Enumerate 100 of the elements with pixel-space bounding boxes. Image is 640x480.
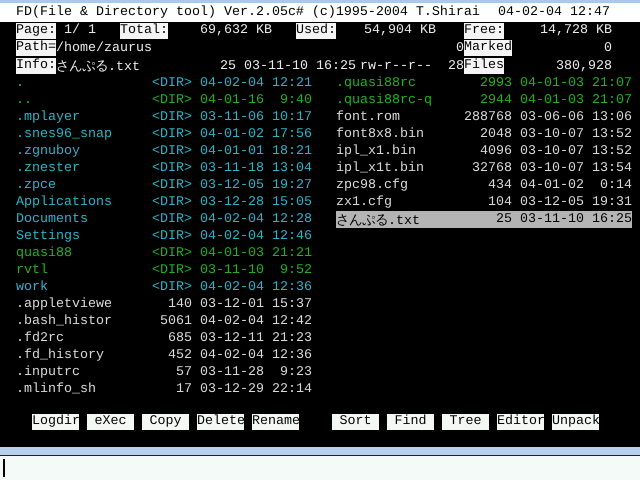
file-row[interactable]: さんぷる.txt 25 03-11-10 16:25 <box>336 210 632 228</box>
total-label: Total: <box>120 22 168 39</box>
file-size: <DIR> <box>152 126 192 142</box>
file-row[interactable]: .inputrc 57 03-11-28 9:23 <box>16 364 312 380</box>
file-date: 03-11-10 <box>200 262 264 278</box>
file-name: .. <box>16 92 33 108</box>
file-row[interactable]: .znester <DIR> 03-11-18 13:04 <box>16 160 312 176</box>
file-row[interactable]: .fd_history 452 04-02-04 12:36 <box>16 346 312 364</box>
file-size: <DIR> <box>152 144 192 158</box>
file-time: 21:23 <box>271 330 312 346</box>
file-name: zpc98.cfg <box>336 178 409 192</box>
page-label: Page: <box>16 22 56 39</box>
info-mode: rw-r--r-- <box>360 58 432 74</box>
file-time: 9:40 <box>279 92 312 108</box>
file-row[interactable]: .fd2rc 685 03-12-11 21:23 <box>16 330 312 346</box>
file-row[interactable]: ipl_x1t.bin 32768 03-10-07 13:54 <box>336 160 632 176</box>
file-date: 03-12-05 <box>200 178 264 192</box>
function-key-button[interactable]: Copy <box>142 414 189 430</box>
file-date: 03-10-07 <box>520 144 584 158</box>
function-key-button[interactable]: Tree <box>442 414 489 430</box>
function-key-button[interactable]: Editor <box>497 414 544 430</box>
file-name: work <box>16 280 49 294</box>
file-size: 2048 <box>479 126 512 142</box>
file-date: 04-02-04 <box>200 280 264 294</box>
function-key-button[interactable]: Rename <box>252 414 299 430</box>
file-time: 13:54 <box>591 160 632 176</box>
file-row[interactable]: .bash_histor 5061 04-02-04 12:42 <box>16 312 312 330</box>
file-time: 21:07 <box>591 76 632 90</box>
file-row[interactable]: .zpce <DIR> 03-12-05 19:27 <box>16 176 312 194</box>
file-date: 03-12-01 <box>200 296 264 312</box>
function-key-button[interactable]: Delete <box>197 414 244 430</box>
file-date: 04-02-04 <box>200 348 264 362</box>
file-row[interactable]: ipl_x1.bin 4096 03-10-07 13:52 <box>336 142 632 160</box>
file-name: .mlinfo_sh <box>16 382 97 396</box>
function-key-button[interactable]: Sort <box>332 414 379 430</box>
file-time: 13:06 <box>591 110 632 124</box>
file-row[interactable]: work <DIR> 04-02-04 12:36 <box>16 278 312 296</box>
file-name: Settings <box>16 228 81 244</box>
file-name: .quasi88rc <box>336 76 417 90</box>
file-name: ipl_x1.bin <box>336 144 417 158</box>
info-size: 25 <box>219 58 236 74</box>
file-name: .inputrc <box>16 364 81 380</box>
file-row[interactable]: .mplayer <DIR> 03-11-06 10:17 <box>16 108 312 126</box>
file-date: 04-02-04 <box>200 228 264 244</box>
function-key-button[interactable]: Logdir <box>32 414 79 430</box>
file-row[interactable]: font.rom 288768 03-06-06 13:06 <box>336 108 632 126</box>
file-row[interactable]: font8x8.bin 2048 03-10-07 13:52 <box>336 126 632 142</box>
files-label: Files <box>464 58 504 74</box>
file-time: 9:23 <box>279 364 312 380</box>
file-size: <DIR> <box>152 194 192 210</box>
file-date: 03-12-05 <box>520 194 584 210</box>
file-time: 13:52 <box>591 126 632 142</box>
file-row[interactable]: .snes96_snap <DIR> 04-01-02 17:56 <box>16 126 312 142</box>
file-time: 19:27 <box>271 178 312 192</box>
file-time: 22:14 <box>271 382 312 396</box>
text-cursor-icon <box>3 458 5 476</box>
file-time: 12:36 <box>271 280 312 294</box>
function-key-button[interactable]: Find <box>387 414 434 430</box>
file-row[interactable]: .quasi88rc-q 2944 04-01-03 21:07 <box>336 92 632 108</box>
used-label: Used: <box>296 22 336 39</box>
file-row[interactable]: zx1.cfg 104 03-12-05 19:31 <box>336 194 632 210</box>
file-date: 04-02-04 <box>200 76 264 90</box>
file-time: 13:52 <box>591 144 632 158</box>
file-time: 19:31 <box>591 194 632 210</box>
file-time: 10:17 <box>271 110 312 124</box>
file-row[interactable]: .appletviewe 140 03-12-01 15:37 <box>16 296 312 312</box>
file-row[interactable]: . <DIR> 04-02-04 12:21 <box>16 74 312 92</box>
file-row[interactable]: rvtl <DIR> 03-11-10 9:52 <box>16 262 312 278</box>
window-title: FD(File & Directory tool) Ver.2.05c# (c)1995-2004 T.Shirai <box>16 5 480 20</box>
file-date: 03-12-29 <box>200 382 264 396</box>
file-size: 5061 <box>159 314 192 328</box>
file-date: 04-01-02 <box>520 178 584 192</box>
file-row[interactable]: Settings <DIR> 04-02-04 12:46 <box>16 228 312 244</box>
file-size: <DIR> <box>152 246 192 260</box>
info-label: Info: <box>16 58 56 74</box>
function-key-button[interactable]: eXec <box>87 414 134 430</box>
file-row[interactable]: zpc98.cfg 434 04-01-02 0:14 <box>336 176 632 194</box>
file-row[interactable]: Applications <DIR> 03-12-28 15:05 <box>16 194 312 210</box>
file-name: font.rom <box>336 110 401 124</box>
file-date: 03-11-06 <box>200 110 264 124</box>
file-date: 04-01-01 <box>200 144 264 158</box>
file-row[interactable]: quasi88 <DIR> 04-01-03 21:21 <box>16 244 312 262</box>
file-row[interactable]: Documents <DIR> 04-02-04 12:28 <box>16 210 312 228</box>
file-date: 03-12-28 <box>200 194 264 210</box>
file-row[interactable]: .mlinfo_sh 17 03-12-29 22:14 <box>16 380 312 398</box>
file-name: . <box>16 76 25 90</box>
file-date: 04-01-16 <box>200 92 264 108</box>
function-key-button[interactable]: Unpack <box>552 414 599 430</box>
file-size: <DIR> <box>152 262 192 278</box>
file-row[interactable]: .. <DIR> 04-01-16 9:40 <box>16 92 312 108</box>
file-size: <DIR> <box>152 212 192 226</box>
file-name: .fd_history <box>16 348 105 362</box>
info-time: 16:25 <box>316 58 356 74</box>
file-row[interactable]: .zgnuboy <DIR> 04-01-01 18:21 <box>16 142 312 160</box>
file-row[interactable]: .quasi88rc 2993 04-01-03 21:07 <box>336 74 632 92</box>
file-size: 288768 <box>464 110 512 124</box>
command-input[interactable] <box>0 454 640 480</box>
info-count: 28 <box>447 58 464 74</box>
file-size: 452 <box>167 348 192 362</box>
path-label: Path= <box>16 40 56 56</box>
